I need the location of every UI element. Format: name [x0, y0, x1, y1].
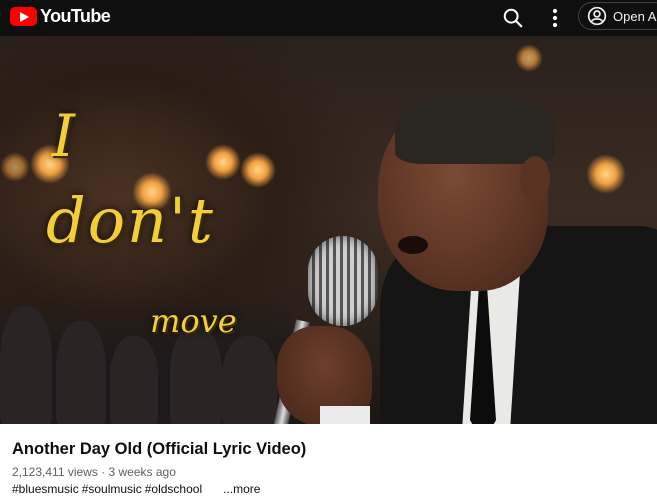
open-app-button[interactable]: Open Ap [578, 2, 657, 30]
more-button[interactable]: ...more [223, 482, 260, 496]
lyric-line-1: I [52, 102, 75, 170]
top-app-bar: YouTube Open Ap [0, 0, 657, 36]
youtube-play-icon [10, 6, 37, 26]
video-title[interactable]: Another Day Old (Official Lyric Video) [12, 440, 306, 459]
lyric-line-3: move [150, 302, 237, 340]
hashtag-row: #bluesmusic #soulmusic #oldschool ...mor… [12, 482, 260, 496]
more-options-button[interactable] [541, 4, 569, 32]
video-player[interactable]: I don't move [0, 36, 657, 424]
singer-mouth [398, 236, 428, 254]
hashtag-link[interactable]: #bluesmusic [12, 482, 79, 496]
hashtag-link[interactable]: #soulmusic [82, 482, 142, 496]
audience-person [0, 306, 52, 424]
microphone-icon [308, 236, 378, 326]
search-button[interactable] [499, 4, 527, 32]
audience-person [222, 336, 277, 424]
bokeh-light [586, 154, 626, 194]
singer-hair [395, 94, 555, 164]
bokeh-light [205, 144, 241, 180]
logo-text: YouTube [40, 5, 111, 26]
hashtag-link[interactable]: #oldschool [145, 482, 202, 496]
bokeh-light [240, 152, 276, 188]
audience-person [110, 336, 158, 424]
audience-person [170, 326, 222, 424]
youtube-logo[interactable]: YouTube [10, 5, 111, 27]
more-vert-icon [552, 8, 558, 28]
search-icon [503, 8, 523, 28]
shirt-cuff [320, 406, 370, 424]
open-app-label: Open Ap [613, 8, 657, 24]
singer-ear [520, 156, 550, 202]
video-metadata: 2,123,411 views · 3 weeks ago [12, 465, 176, 479]
bokeh-light [515, 44, 543, 72]
lyric-line-2: don't [46, 184, 215, 257]
audience-person [56, 321, 106, 424]
account-circle-icon [587, 6, 607, 26]
truncation-fade [205, 482, 219, 496]
bokeh-light [0, 152, 30, 182]
